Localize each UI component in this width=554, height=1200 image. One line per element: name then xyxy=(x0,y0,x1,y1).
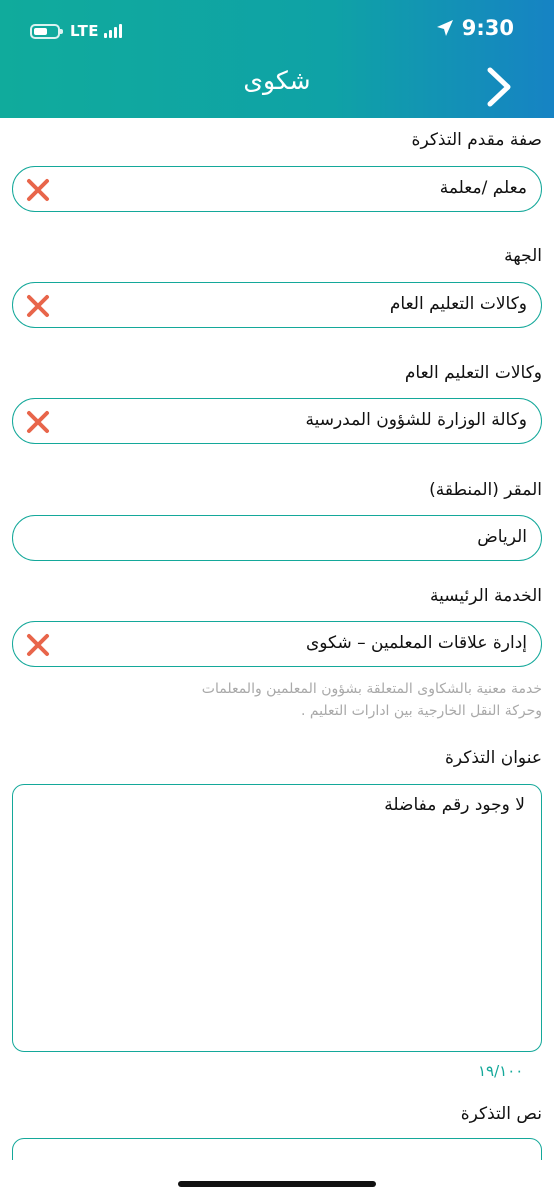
agencies-label: وكالات التعليم العام xyxy=(404,363,542,383)
clear-icon[interactable] xyxy=(25,293,51,319)
main-service-field[interactable]: إدارة علاقات المعلمين – شكوى xyxy=(12,621,542,667)
chevron-right-icon[interactable] xyxy=(484,66,514,108)
form-content[interactable]: صفة مقدم التذكرة معلم /معلمة الجهة وكالا… xyxy=(0,118,554,1160)
service-description: خدمة معنية بالشكاوى المتعلقة بشؤون المعل… xyxy=(22,678,542,722)
page-title: شكوى xyxy=(243,66,311,95)
region-field[interactable]: الرياض xyxy=(12,515,542,561)
clear-icon[interactable] xyxy=(25,409,51,435)
clock: 9:30 xyxy=(461,16,514,40)
ticket-body-input[interactable] xyxy=(12,1138,542,1160)
agencies-value: وكالة الوزارة للشؤون المدرسية xyxy=(305,410,527,430)
ticket-title-value: لا وجود رقم مفاضلة xyxy=(384,795,525,815)
region-label: المقر (المنطقة) xyxy=(429,480,542,500)
battery-icon xyxy=(30,23,63,39)
main-service-value: إدارة علاقات المعلمين – شكوى xyxy=(305,633,527,653)
character-counter: ١٩/١٠٠ xyxy=(478,1062,524,1080)
applicant-type-field[interactable]: معلم /معلمة xyxy=(12,166,542,212)
entity-field[interactable]: وكالات التعليم العام xyxy=(12,282,542,328)
clear-icon[interactable] xyxy=(25,177,51,203)
entity-value: وكالات التعليم العام xyxy=(389,294,527,314)
region-value: الرياض xyxy=(477,527,527,547)
ticket-title-label: عنوان التذكرة xyxy=(444,748,542,768)
ticket-body-label: نص التذكرة xyxy=(460,1104,542,1124)
app-header: LTE 9:30 شكوى xyxy=(0,0,554,118)
ticket-title-input[interactable]: لا وجود رقم مفاضلة xyxy=(12,784,542,1052)
signal-icon xyxy=(104,24,124,38)
status-bar-left: LTE xyxy=(30,18,124,44)
status-bar-right: 9:30 xyxy=(436,16,514,40)
applicant-type-label: صفة مقدم التذكرة xyxy=(411,130,542,150)
applicant-type-value: معلم /معلمة xyxy=(439,178,527,198)
service-description-line: وحركة النقل الخارجية بين ادارات التعليم … xyxy=(300,703,542,719)
network-label: LTE xyxy=(70,22,100,40)
entity-label: الجهة xyxy=(504,246,542,266)
main-service-label: الخدمة الرئيسية xyxy=(430,586,542,606)
clear-icon[interactable] xyxy=(25,632,51,658)
agencies-field[interactable]: وكالة الوزارة للشؤون المدرسية xyxy=(12,398,542,444)
service-description-line: خدمة معنية بالشكاوى المتعلقة بشؤون المعل… xyxy=(201,681,542,697)
home-indicator[interactable] xyxy=(178,1181,376,1187)
location-arrow-icon xyxy=(436,20,453,36)
